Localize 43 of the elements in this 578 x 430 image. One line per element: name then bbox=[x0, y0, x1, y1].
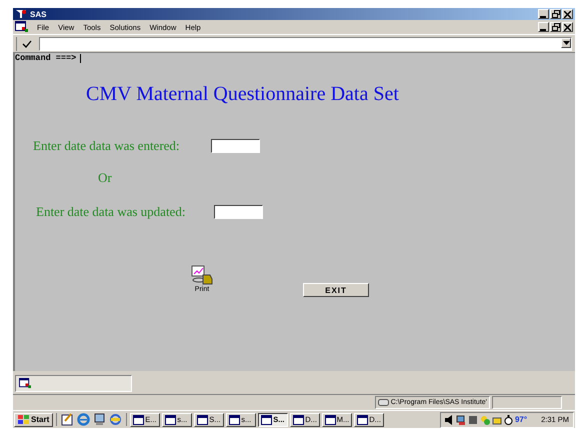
printer-chart-icon bbox=[191, 265, 213, 285]
dropdown-button[interactable] bbox=[561, 38, 571, 48]
close-button[interactable] bbox=[562, 9, 573, 19]
caret-icon bbox=[562, 40, 570, 44]
windows-logo-icon bbox=[18, 414, 29, 424]
speaker-icon[interactable] bbox=[444, 414, 454, 424]
restore-button[interactable] bbox=[550, 9, 561, 19]
computer-icon[interactable] bbox=[93, 413, 106, 426]
window-icon bbox=[165, 414, 176, 424]
field-label: Enter date data was updated: bbox=[36, 204, 186, 220]
window-icon bbox=[133, 414, 144, 424]
window-icon bbox=[229, 414, 240, 424]
field-label: Enter date data was entered: bbox=[33, 138, 181, 154]
temperature-text: 97° bbox=[514, 415, 528, 424]
window-title: SAS bbox=[30, 10, 48, 18]
window-icon bbox=[261, 414, 272, 424]
or-label: Or bbox=[98, 170, 113, 186]
drive-icon bbox=[378, 399, 389, 406]
window-icon bbox=[197, 414, 208, 424]
minimize-button[interactable] bbox=[538, 22, 549, 32]
app-icon bbox=[15, 9, 27, 19]
stopwatch-icon[interactable] bbox=[504, 414, 513, 424]
app-window-icon bbox=[19, 378, 31, 389]
close-icon bbox=[564, 24, 571, 30]
form-title: CMV Maternal Questionnaire Data Set bbox=[86, 83, 400, 106]
checkmark-icon bbox=[22, 40, 32, 48]
close-icon bbox=[564, 10, 571, 18]
app-window-icon[interactable] bbox=[15, 21, 28, 33]
status-panel bbox=[492, 396, 562, 409]
date-input-field[interactable] bbox=[211, 139, 260, 153]
window-icon bbox=[293, 414, 304, 424]
exit-button[interactable]: EXIT bbox=[303, 283, 369, 297]
command-combo-box[interactable] bbox=[39, 36, 572, 50]
minimized-window-tab[interactable] bbox=[15, 375, 132, 392]
date-input-field[interactable] bbox=[214, 205, 263, 219]
command-label: Command ===> bbox=[15, 53, 76, 63]
window-icon bbox=[325, 414, 336, 424]
minimize-button[interactable] bbox=[538, 9, 549, 19]
notepad-icon[interactable] bbox=[61, 413, 74, 426]
start-button[interactable]: Start bbox=[14, 412, 54, 426]
close-button[interactable] bbox=[562, 22, 573, 32]
window-icon bbox=[357, 414, 368, 424]
restore-button[interactable] bbox=[550, 22, 561, 32]
